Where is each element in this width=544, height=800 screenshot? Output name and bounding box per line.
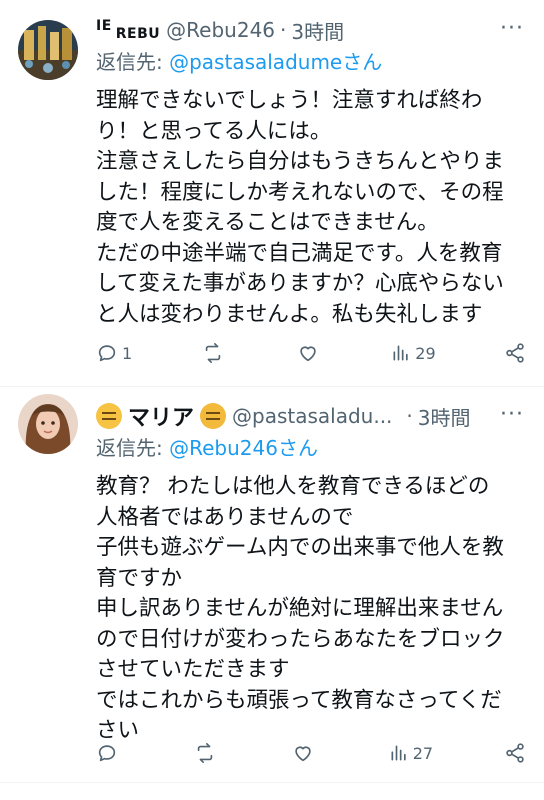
- tweet[interactable]: マリア @pastasaladu... · 3時間 ··· 返信先: @Rebu…: [0, 386, 544, 778]
- display-name[interactable]: マリア: [96, 400, 227, 432]
- tweet-line: させていただきます: [96, 657, 290, 682]
- reply-mention-link[interactable]: @Rebu246さん: [169, 436, 318, 460]
- reply-count: 1: [122, 343, 133, 363]
- retweet-icon: [205, 343, 220, 363]
- timestamp[interactable]: 3時間: [418, 402, 471, 431]
- tweet-header: IE REBU @Rebu246 · 3時間 ···: [96, 14, 528, 46]
- views-count: 27: [412, 743, 434, 763]
- reply-to: 返信先: @Rebu246さん: [96, 432, 528, 464]
- reply-button[interactable]: 1: [96, 342, 132, 364]
- tweet-line: 度で人を変えることはできません。: [96, 210, 439, 235]
- share-icon: [506, 343, 524, 363]
- tweet-line: 申し訳ありませんが絶対に理解出来ません: [96, 596, 504, 621]
- like-button[interactable]: [292, 742, 318, 764]
- display-name-text: マリア: [128, 406, 195, 431]
- views-icon: [393, 345, 408, 361]
- reply-to-label: 返信先:: [96, 436, 170, 460]
- tweet-text: 教育？ わたしは他人を教育できるほどの 人格者ではありませんので 子供も遊ぶゲー…: [96, 472, 528, 747]
- tweet-line: して変えた事がありますか？心底やらない: [96, 271, 504, 296]
- display-name[interactable]: IE REBU: [96, 18, 160, 42]
- tweet-line: 教育？ わたしは他人を教育できるほどの: [96, 474, 490, 499]
- tweet-line: 注意さえしたら自分はもうきちんとやりま: [96, 149, 504, 174]
- tweet[interactable]: IE REBU @Rebu246 · 3時間 ··· 返信先: @pastasal…: [0, 0, 544, 386]
- user-handle[interactable]: @pastasaladu...: [232, 404, 392, 428]
- tweet-line: り！と思ってる人には。: [96, 118, 332, 144]
- avatar[interactable]: [18, 20, 78, 80]
- display-name-text: REBU: [115, 26, 161, 42]
- tweet-line: した！程度にしか考えれないので、その程: [96, 179, 504, 205]
- tweet-line: ただの中途半端で自己満足です。人を教育: [96, 240, 503, 266]
- reply-mention-link[interactable]: @pastasaladumeさん: [169, 50, 382, 74]
- separator: ·: [406, 404, 413, 428]
- share-button[interactable]: [504, 742, 526, 764]
- tweet-line: 育ですか: [96, 565, 183, 591]
- divider: [0, 782, 544, 783]
- share-button[interactable]: [504, 342, 526, 364]
- views-button[interactable]: 27: [389, 743, 433, 763]
- like-button[interactable]: [297, 342, 323, 364]
- tweet-line: ではこれからも頑張って教育なさってくだ: [96, 687, 502, 713]
- reply-icon: [98, 345, 116, 362]
- reply-to: 返信先: @pastasaladumeさん: [96, 46, 528, 78]
- reply-icon: [98, 745, 116, 762]
- retweet-button[interactable]: [193, 742, 221, 764]
- dizzy-face-emoji-icon: [96, 403, 122, 429]
- more-icon[interactable]: ···: [500, 16, 524, 41]
- tweet-line: ので日付けが変わったらあなたをブロック: [96, 626, 505, 652]
- action-bar: 27: [96, 738, 526, 768]
- like-icon: [300, 346, 316, 362]
- tweet-line: と人は変わりませんよ。私も失礼します: [96, 301, 483, 327]
- more-icon[interactable]: ···: [500, 402, 524, 427]
- tweet-line: 子供も遊ぶゲーム内での出来事で他人を教: [96, 535, 504, 560]
- retweet-button[interactable]: [201, 342, 229, 364]
- tweet-text: 理解できないでしょう！注意すれば終わ り！と思ってる人には。 注意さえしたら自分…: [96, 86, 528, 330]
- tweet-line: 人格者ではありませんので: [96, 504, 354, 530]
- action-bar: 1 29: [96, 338, 526, 368]
- tweet-line: 理解できないでしょう！注意すれば終わ: [96, 88, 483, 113]
- user-handle[interactable]: @Rebu246: [166, 18, 275, 42]
- timestamp[interactable]: 3時間: [291, 16, 344, 45]
- tweet-header: マリア @pastasaladu... · 3時間 ···: [96, 400, 528, 432]
- display-name-prefix: IE: [96, 18, 112, 34]
- avatar[interactable]: [18, 394, 78, 454]
- views-icon: [391, 745, 406, 761]
- separator: ·: [280, 18, 287, 42]
- reply-to-label: 返信先:: [96, 50, 170, 74]
- reply-button[interactable]: [96, 742, 122, 764]
- views-button[interactable]: 29: [391, 343, 436, 363]
- like-icon: [295, 746, 311, 762]
- views-count: 29: [415, 343, 436, 363]
- yawning-face-emoji-icon: [200, 403, 227, 429]
- share-icon: [506, 743, 524, 763]
- retweet-icon: [197, 743, 213, 763]
